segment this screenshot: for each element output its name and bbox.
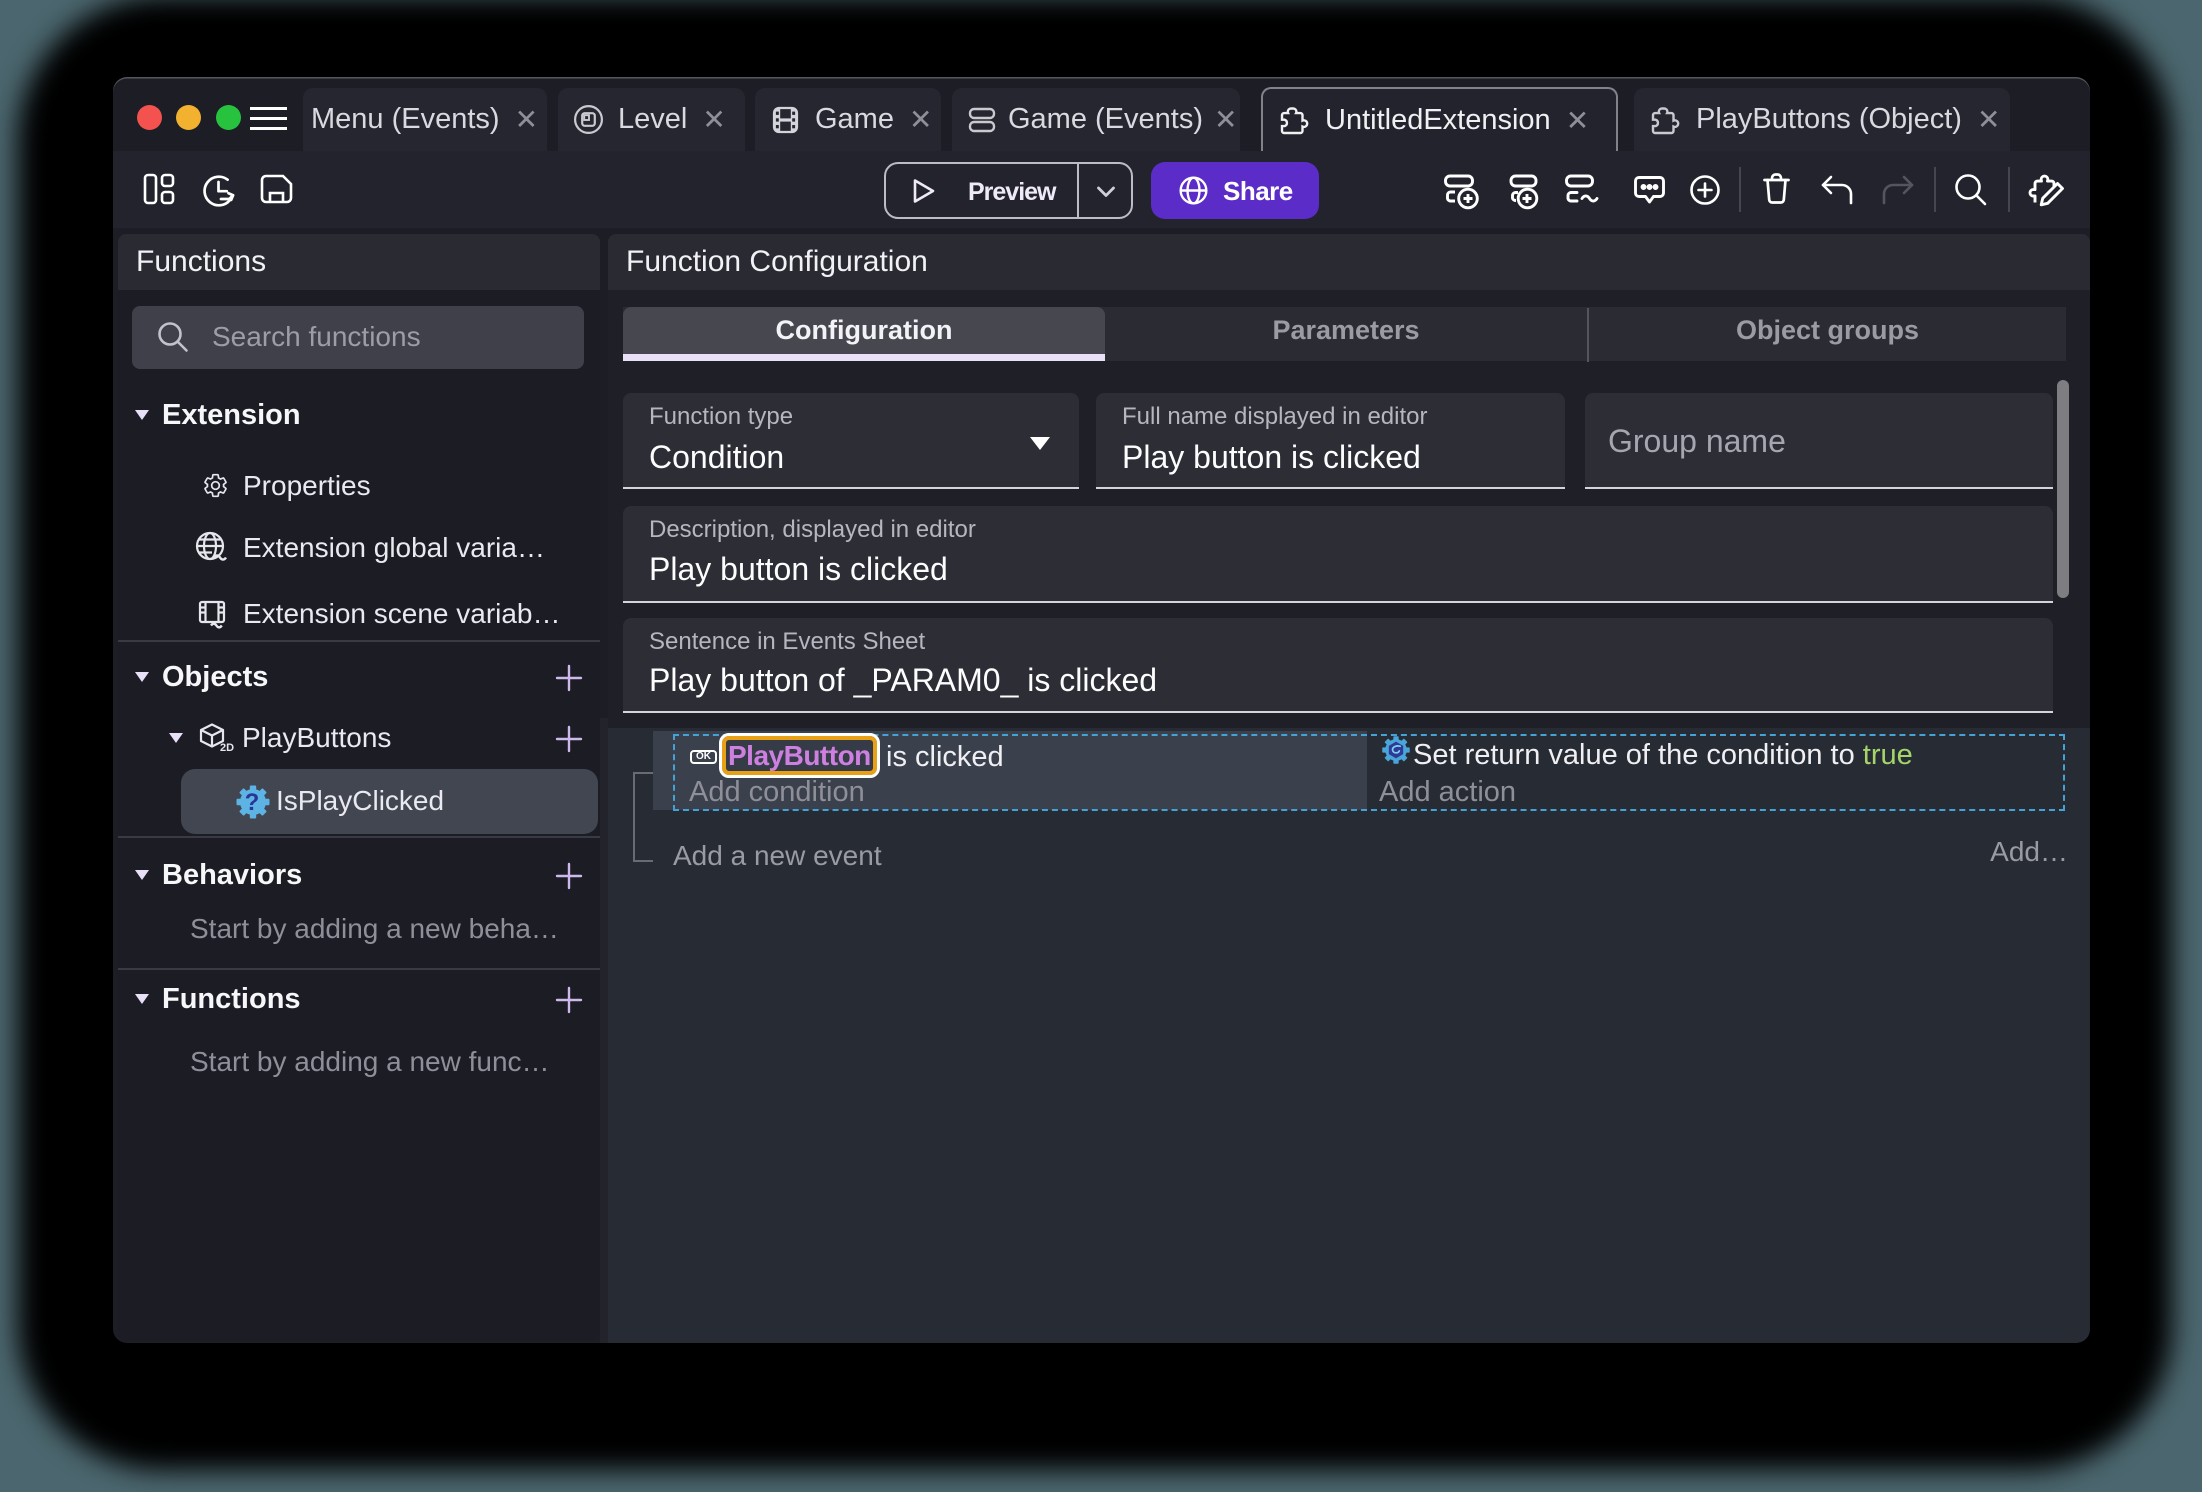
svg-text:2D: 2D bbox=[220, 742, 234, 754]
svg-text:?: ? bbox=[245, 789, 260, 816]
